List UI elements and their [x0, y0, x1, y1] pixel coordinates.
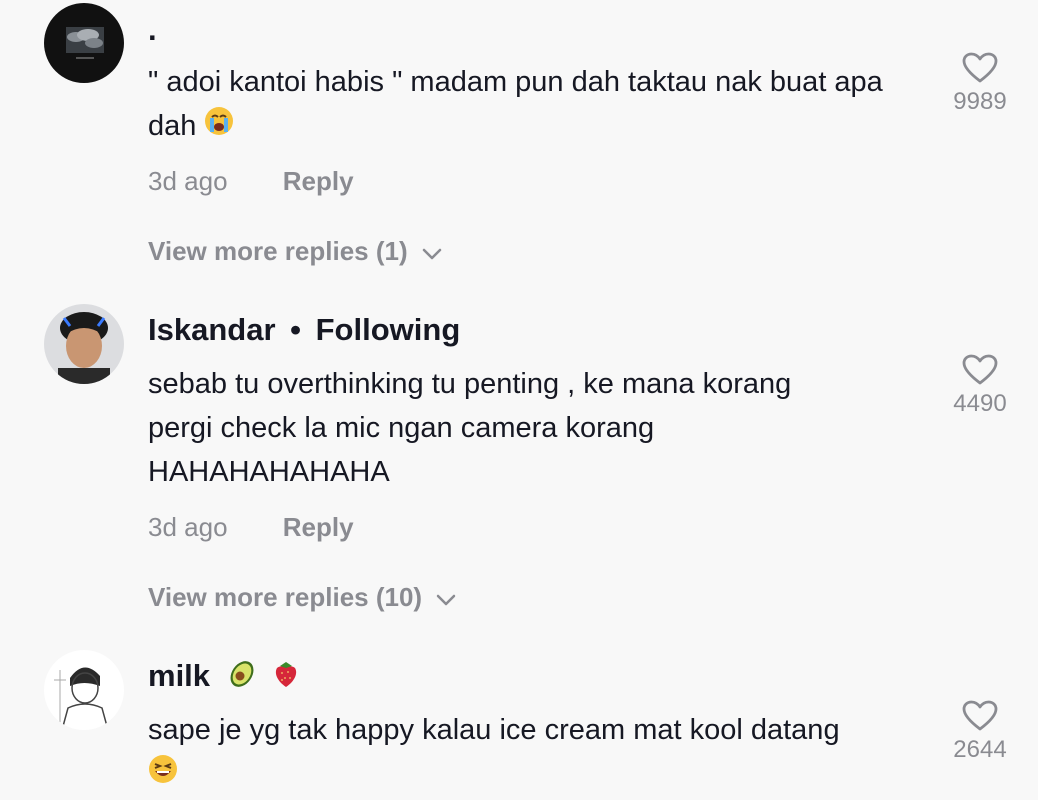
- comment-line: HAHAHAHAHAHA: [148, 456, 390, 488]
- comment-username[interactable]: Iskandar: [148, 312, 276, 347]
- avocado-icon: [227, 659, 257, 697]
- reply-button[interactable]: Reply: [283, 166, 354, 196]
- comment-username[interactable]: .: [148, 12, 157, 48]
- comment-body: sape je yg tak happy kalau ice cream mat…: [148, 714, 840, 746]
- following-label: Following: [315, 312, 461, 347]
- comment-line: sebab tu overthinking tu penting , ke ma…: [148, 368, 792, 400]
- heart-outline-icon: [940, 354, 1020, 386]
- reply-button[interactable]: Reply: [283, 512, 354, 542]
- comment-time: 3d ago: [148, 512, 228, 542]
- grinning-squinting-face-icon: [148, 753, 178, 797]
- strawberry-icon: [271, 659, 301, 697]
- comment-username[interactable]: milk: [148, 658, 210, 693]
- comment-text: " adoi kantoi habis " madam pun dah takt…: [148, 60, 918, 149]
- comment-username-row: milk: [148, 658, 301, 697]
- comment-meta: 3d ago Reply: [148, 512, 354, 543]
- avatar-image: [44, 650, 124, 730]
- comment-body: " adoi kantoi habis " madam pun dah takt…: [148, 66, 883, 142]
- loudly-crying-face-icon: [204, 105, 234, 149]
- heart-outline-icon: [940, 700, 1020, 732]
- like-button[interactable]: 9989: [940, 52, 1020, 116]
- avatar[interactable]: [44, 3, 124, 83]
- heart-outline-icon: [940, 52, 1020, 84]
- chevron-down-icon: [436, 582, 456, 613]
- comment-meta: 3d ago Reply: [148, 166, 354, 197]
- like-button[interactable]: 4490: [940, 354, 1020, 418]
- view-more-replies-label: View more replies (10): [148, 582, 423, 612]
- view-more-replies-label: View more replies (1): [148, 236, 408, 266]
- chevron-down-icon: [422, 236, 442, 267]
- view-more-replies-button[interactable]: View more replies (10): [148, 582, 456, 613]
- like-count: 2644: [953, 736, 1007, 763]
- like-count: 9989: [953, 88, 1007, 115]
- comment-text: sebab tu overthinking tu penting , ke ma…: [148, 362, 918, 494]
- comment-username-row: Iskandar • Following: [148, 312, 460, 348]
- like-count: 4490: [953, 390, 1007, 417]
- comment-text: sape je yg tak happy kalau ice cream mat…: [148, 708, 918, 797]
- avatar-image: [44, 304, 124, 384]
- comment-time: 3d ago: [148, 166, 228, 196]
- comment-line: pergi check la mic ngan camera korang: [148, 412, 655, 444]
- view-more-replies-button[interactable]: View more replies (1): [148, 236, 442, 267]
- avatar[interactable]: [44, 650, 124, 730]
- avatar[interactable]: [44, 304, 124, 384]
- like-button[interactable]: 2644: [940, 700, 1020, 764]
- separator: •: [290, 312, 301, 347]
- avatar-image: [44, 3, 124, 83]
